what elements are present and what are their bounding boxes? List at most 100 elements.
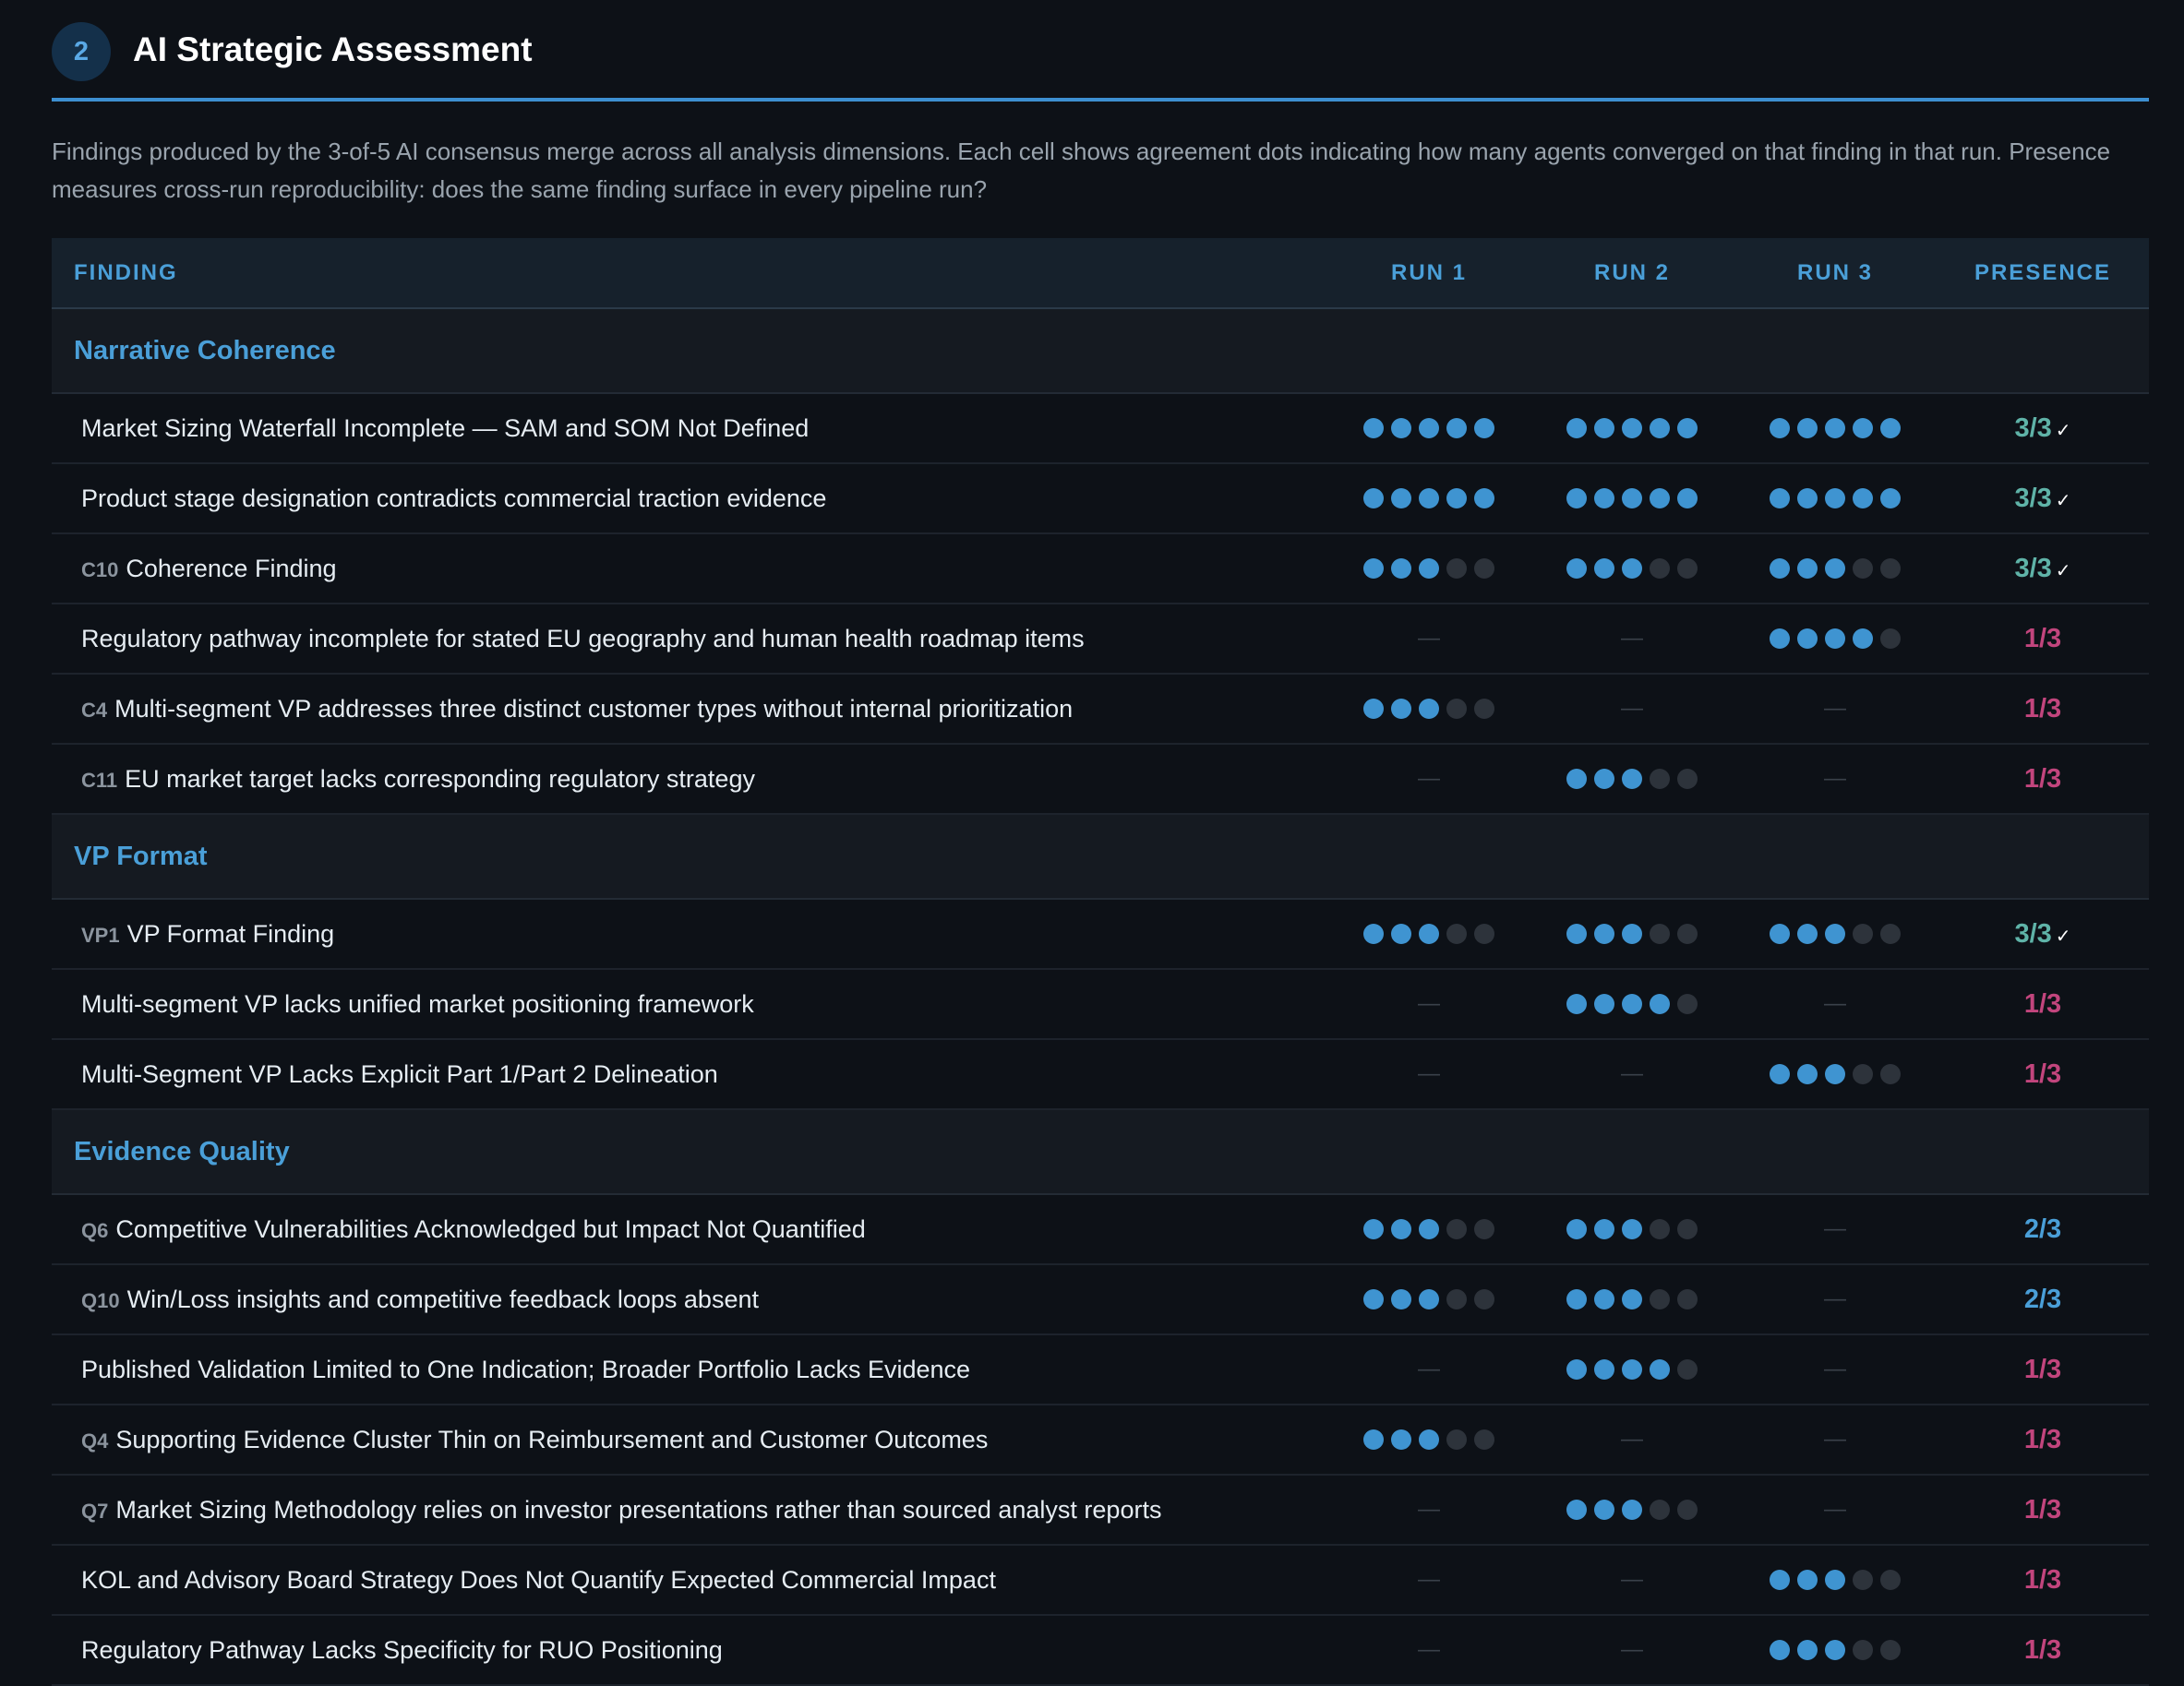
presence-cell: 3/3 ✓: [1937, 533, 2149, 604]
agreement-dots: [1363, 1429, 1494, 1450]
agreement-dot-filled: [1622, 994, 1642, 1014]
table-row[interactable]: C10 Coherence Finding 3/3 ✓: [52, 533, 2149, 604]
presence-cell: 2/3: [1937, 1264, 2149, 1335]
run-3-cell: —: [1734, 1334, 1937, 1405]
presence-cell: 1/3: [1937, 1615, 2149, 1686]
run-3-cell: [1734, 604, 1937, 675]
table-row[interactable]: VP1 VP Format Finding 3/3 ✓: [52, 899, 2149, 970]
agreement-dot-filled: [1825, 488, 1845, 508]
agreement-dot-filled: [1650, 1359, 1670, 1380]
run-3-cell: —: [1734, 969, 1937, 1040]
finding-text: Win/Loss insights and competitive feedba…: [126, 1285, 759, 1313]
agreement-dot-filled: [1594, 488, 1614, 508]
finding-cell: Regulatory Pathway Lacks Specificity for…: [52, 1615, 1327, 1686]
presence-value: 1/3: [2023, 763, 2062, 794]
table-row[interactable]: Regulatory Pathway Lacks Specificity for…: [52, 1615, 2149, 1686]
run-2-cell: [1530, 899, 1734, 970]
agreement-dot-filled: [1825, 1064, 1845, 1084]
finding-text: Regulatory Pathway Lacks Specificity for…: [81, 1635, 723, 1664]
check-icon: ✓: [2055, 560, 2071, 581]
presence-value: 2/3: [2023, 1284, 2062, 1314]
no-finding-dash: —: [1824, 1286, 1846, 1311]
agreement-dot-filled: [1770, 628, 1790, 649]
agreement-dot-empty: [1650, 769, 1670, 789]
presence-cell: 1/3: [1937, 1475, 2149, 1546]
run-1-cell: [1327, 899, 1530, 970]
agreement-dot-filled: [1797, 1570, 1818, 1590]
agreement-dot-empty: [1446, 558, 1467, 579]
table-row[interactable]: Q10 Win/Loss insights and competitive fee…: [52, 1264, 2149, 1335]
agreement-dot-filled: [1853, 488, 1873, 508]
run-2-cell: [1530, 533, 1734, 604]
presence-cell: 1/3: [1937, 604, 2149, 675]
finding-text: Supporting Evidence Cluster Thin on Reim…: [115, 1425, 989, 1453]
run-2-cell: [1530, 1264, 1734, 1335]
agreement-dot-filled: [1566, 769, 1587, 789]
finding-cell: C4 Multi-segment VP addresses three disti…: [52, 674, 1327, 745]
group-header-row: Evidence Quality: [52, 1109, 2149, 1195]
table-row[interactable]: Q6 Competitive Vulnerabilities Acknowledg…: [52, 1194, 2149, 1265]
no-finding-dash: —: [1418, 1357, 1440, 1381]
run-3-cell: —: [1734, 1405, 1937, 1476]
finding-cell: Q6 Competitive Vulnerabilities Acknowledg…: [52, 1194, 1327, 1265]
agreement-dot-empty: [1677, 769, 1698, 789]
finding-text: Competitive Vulnerabilities Acknowledged…: [115, 1214, 866, 1243]
agreement-dots: [1770, 418, 1901, 438]
finding-cell: Multi-Segment VP Lacks Explicit Part 1/P…: [52, 1039, 1327, 1110]
agreement-dot-filled: [1419, 924, 1439, 944]
finding-text: Coherence Finding: [126, 554, 337, 582]
presence-value: 1/3: [2023, 1564, 2062, 1595]
group-name: VP Format: [52, 814, 2149, 900]
table-row[interactable]: KOL and Advisory Board Strategy Does Not…: [52, 1545, 2149, 1616]
table-row[interactable]: Regulatory pathway incomplete for stated…: [52, 604, 2149, 675]
agreement-dot-filled: [1363, 924, 1384, 944]
finding-cell: Published Validation Limited to One Indi…: [52, 1334, 1327, 1405]
run-3-cell: —: [1734, 1475, 1937, 1546]
run-3-cell: [1734, 899, 1937, 970]
run-1-cell: —: [1327, 1334, 1530, 1405]
run-1-cell: [1327, 1405, 1530, 1476]
agreement-dot-empty: [1474, 1219, 1494, 1239]
section-number-badge: 2: [52, 22, 111, 81]
agreement-dot-filled: [1880, 488, 1901, 508]
presence-value: 1/3: [2023, 693, 2062, 723]
agreement-dot-empty: [1474, 699, 1494, 719]
header-run-2[interactable]: RUN 2: [1530, 238, 1734, 309]
agreement-dots: [1363, 488, 1494, 508]
header-run-1[interactable]: RUN 1: [1327, 238, 1530, 309]
table-row[interactable]: C11 EU market target lacks corresponding …: [52, 744, 2149, 815]
finding-cell: C10 Coherence Finding: [52, 533, 1327, 604]
presence-value: 3/3: [2014, 483, 2052, 513]
no-finding-dash: —: [1621, 1567, 1643, 1592]
finding-cell: Regulatory pathway incomplete for stated…: [52, 604, 1327, 675]
header-run-3[interactable]: RUN 3: [1734, 238, 1937, 309]
agreement-dots: [1566, 558, 1698, 579]
table-row[interactable]: C4 Multi-segment VP addresses three disti…: [52, 674, 2149, 745]
agreement-dots: [1363, 418, 1494, 438]
table-row[interactable]: Q4 Supporting Evidence Cluster Thin on Re…: [52, 1405, 2149, 1476]
agreement-dot-empty: [1677, 924, 1698, 944]
agreement-dot-filled: [1391, 1289, 1411, 1309]
table-row[interactable]: Multi-segment VP lacks unified market po…: [52, 969, 2149, 1040]
table-row[interactable]: Published Validation Limited to One Indi…: [52, 1334, 2149, 1405]
no-finding-dash: —: [1418, 1061, 1440, 1086]
agreement-dot-empty: [1853, 558, 1873, 579]
agreement-dot-filled: [1594, 1219, 1614, 1239]
header-presence[interactable]: PRESENCE: [1937, 238, 2149, 309]
header-finding[interactable]: FINDING: [52, 238, 1327, 309]
agreement-dot-filled: [1594, 1500, 1614, 1520]
table-row[interactable]: Q7 Market Sizing Methodology relies on in…: [52, 1475, 2149, 1546]
table-row[interactable]: Multi-Segment VP Lacks Explicit Part 1/P…: [52, 1039, 2149, 1110]
agreement-dot-filled: [1650, 418, 1670, 438]
agreement-dot-filled: [1419, 558, 1439, 579]
presence-value: 3/3: [2014, 413, 2052, 443]
agreement-dot-filled: [1853, 418, 1873, 438]
run-3-cell: [1734, 533, 1937, 604]
agreement-dot-empty: [1650, 1219, 1670, 1239]
agreement-dot-empty: [1677, 1219, 1698, 1239]
agreement-dot-filled: [1594, 769, 1614, 789]
finding-text: Product stage designation contradicts co…: [81, 484, 827, 512]
agreement-dot-filled: [1594, 994, 1614, 1014]
table-row[interactable]: Product stage designation contradicts co…: [52, 463, 2149, 534]
table-row[interactable]: Market Sizing Waterfall Incomplete — SAM…: [52, 393, 2149, 464]
